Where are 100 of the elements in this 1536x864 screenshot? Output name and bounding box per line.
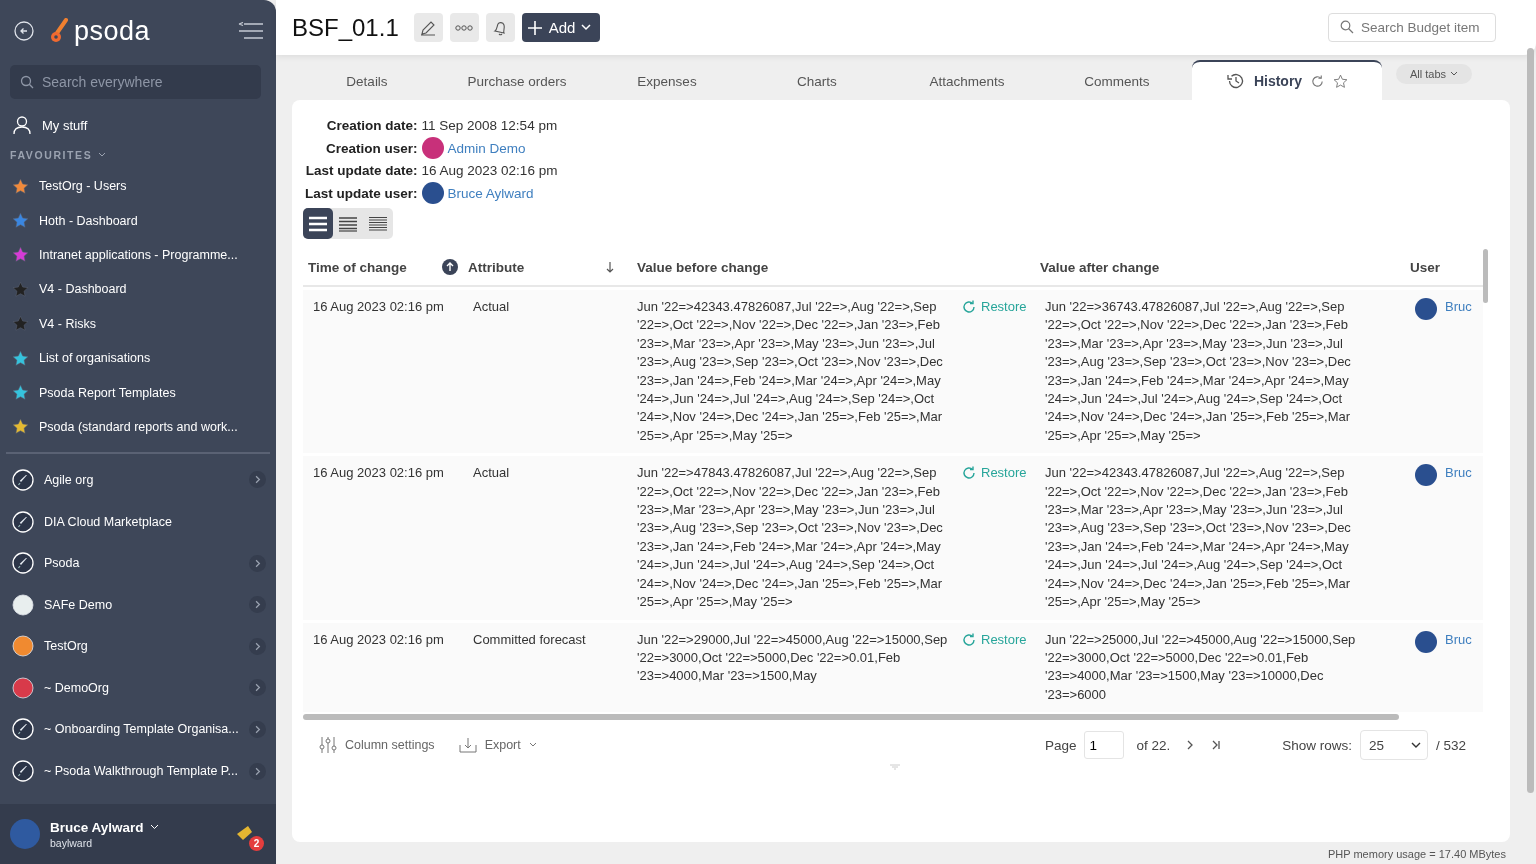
add-button[interactable]: Add xyxy=(521,13,601,42)
last-page-icon[interactable] xyxy=(1210,739,1223,752)
favourites-heading[interactable]: FAVOURITES xyxy=(10,149,93,161)
favourite-item[interactable]: V4 - Risks xyxy=(0,306,276,341)
export-button[interactable]: Export xyxy=(458,737,537,754)
show-rows-label: Show rows: xyxy=(1282,737,1352,753)
resize-grip-icon[interactable] xyxy=(888,764,901,771)
search-icon xyxy=(1340,20,1354,34)
table-cell-text: Actual xyxy=(472,298,511,316)
avatar xyxy=(1415,464,1437,487)
table-cell-text: Committed forecast xyxy=(472,630,587,649)
search-field[interactable]: Search Budget item xyxy=(1328,13,1496,42)
scrollbar[interactable] xyxy=(1527,48,1534,793)
density-button[interactable] xyxy=(303,208,333,239)
column-header[interactable]: Time of change xyxy=(303,259,463,275)
menu-icon[interactable] xyxy=(238,22,264,40)
favourite-item[interactable]: List of organisations xyxy=(0,340,276,376)
chevron-right-icon[interactable] xyxy=(249,596,266,614)
chevron-right-icon[interactable] xyxy=(249,721,266,738)
field-label: Last update date: xyxy=(305,163,418,178)
logo-icon xyxy=(50,18,68,44)
bell-button[interactable] xyxy=(485,13,515,42)
organisation-item[interactable]: TestOrg xyxy=(0,625,276,668)
rocket-icon xyxy=(12,760,34,783)
table-cell-text: Jun '22=>29000,Jul '22=>45000,Aug '22=>15000,Sep '22=>3000,Oct '22=>5000,Dec '22=>0.01,Feb '23=>4000,Mar '23=>1500,May xyxy=(636,630,949,686)
organisation-item[interactable]: ~ Psoda Walkthrough Template P... xyxy=(0,750,276,792)
organisation-item[interactable]: DIA Cloud Marketplace xyxy=(0,500,276,543)
organisation-item[interactable]: Agile org xyxy=(0,459,276,501)
tab[interactable]: Attachments xyxy=(892,62,1042,100)
column-settings-button[interactable]: Column settings xyxy=(319,736,435,755)
restore-icon xyxy=(961,465,977,482)
caret-icon xyxy=(1450,70,1459,77)
chevron-right-icon[interactable] xyxy=(249,637,266,655)
table-cell-text: Jun '22=>42343.47826087,Jul '22=>,Aug '22=>,Sep '22=>,Oct '22=>,Nov '22=>,Dec '22=>,Jan '23=>,Feb '23=>,Mar '23=>,Apr '23=>,May '23=>,Jun '23=>,Jul '23=>,Aug '23=>,Sep '23=>,Oct '23=>,Nov '23=>,Dec '23=>,Jan '24=>,Feb '24=>,Mar '24=>,Apr '24=>,May '24=>,Jun '24=>,Jul '24=>,Aug '24=>,Sep '24=>,Oct '24=>,Nov '24=>,Dec '24=>,Jan '25=>,Feb '25=>,Mar '25=>,Apr '25=>,May '25=> xyxy=(1044,464,1352,612)
logo-text: psoda xyxy=(74,15,151,47)
download-icon xyxy=(458,737,477,754)
column-header[interactable]: Attribute xyxy=(463,259,623,275)
user-link[interactable]: Bruc xyxy=(1445,464,1472,483)
table-cell-text: 16 Aug 2023 02:16 pm xyxy=(312,630,445,649)
user-panel[interactable]: Bruce Aylward baylward 2 xyxy=(0,804,276,864)
favourite-item[interactable]: Hoth - Dashboard xyxy=(0,203,276,238)
page-title: BSF_01.1 xyxy=(292,13,399,42)
avatar xyxy=(10,819,40,849)
all-tabs-button[interactable]: All tabs xyxy=(1396,63,1473,84)
chevron-right-icon[interactable] xyxy=(249,471,266,489)
favourite-item[interactable]: V4 - Dashboard xyxy=(0,272,276,307)
organisation-item[interactable]: ~ Onboarding Template Organisa... xyxy=(0,708,276,751)
chevron-right-icon[interactable] xyxy=(249,554,266,572)
my-stuff-link[interactable]: My stuff xyxy=(0,107,276,143)
plus-icon xyxy=(526,19,543,36)
column-header[interactable]: User xyxy=(1405,259,1483,275)
user-link[interactable]: Bruce Aylward xyxy=(447,185,534,201)
user-name: Bruce Aylward xyxy=(50,819,144,835)
restore-icon xyxy=(961,299,977,316)
rocket-icon xyxy=(12,510,34,533)
favourite-item[interactable]: Psoda (standard reports and work... xyxy=(0,409,276,445)
tab[interactable]: Purchase orders xyxy=(442,62,592,100)
caret-icon xyxy=(581,24,592,31)
chevron-right-icon[interactable] xyxy=(249,762,266,780)
avatar xyxy=(1415,298,1437,320)
user-icon xyxy=(12,115,32,135)
user-link[interactable]: Bruc xyxy=(1445,630,1472,649)
more-button[interactable] xyxy=(449,13,479,42)
refresh-icon[interactable] xyxy=(1310,73,1326,89)
memory-usage: PHP memory usage = 17.40 MBytes xyxy=(1326,847,1507,862)
organisation-item[interactable]: ~ DemoOrg xyxy=(0,667,276,709)
tab[interactable]: Comments xyxy=(1042,62,1192,100)
organisation-item[interactable]: Psoda xyxy=(0,542,276,584)
avatar xyxy=(1415,630,1437,653)
organisation-item[interactable]: SAFe Demo xyxy=(0,583,276,626)
search-field[interactable]: Search everywhere xyxy=(10,65,261,99)
back-icon[interactable] xyxy=(14,21,34,41)
table-cell-text: 16 Aug 2023 02:16 pm xyxy=(312,464,445,483)
page-label: Page xyxy=(1044,737,1077,753)
star-icon[interactable] xyxy=(1333,73,1349,89)
edit-button[interactable] xyxy=(413,13,443,42)
tab[interactable]: Details xyxy=(292,62,442,100)
user-link[interactable]: Admin Demo xyxy=(447,140,526,156)
favourite-item[interactable]: TestOrg - Users xyxy=(0,169,276,204)
caret-icon xyxy=(1410,741,1421,749)
scrollbar[interactable] xyxy=(1483,249,1488,303)
rows-per-page-dropdown[interactable]: 25 xyxy=(1359,730,1428,761)
tab[interactable]: Expenses xyxy=(592,62,742,100)
tab[interactable]: Charts xyxy=(742,62,892,100)
column-header[interactable]: Value before change xyxy=(623,259,1035,275)
sort-ascending-icon[interactable] xyxy=(442,259,458,275)
field-value: 11 Sep 2008 12:54 pm xyxy=(421,118,558,133)
tab[interactable]: History xyxy=(1192,60,1382,100)
scrollbar[interactable] xyxy=(303,714,1399,721)
chevron-right-icon[interactable] xyxy=(249,679,266,697)
page-field[interactable]: 1 xyxy=(1084,731,1125,760)
column-header[interactable]: Value after change xyxy=(1035,259,1405,275)
caret-icon xyxy=(528,742,537,749)
favourite-item[interactable]: Psoda Report Templates xyxy=(0,375,276,410)
user-login: baylward xyxy=(50,836,94,849)
notification-badge: 2 xyxy=(249,836,264,851)
lines-icon xyxy=(368,215,388,232)
user-link[interactable]: Bruc xyxy=(1445,298,1472,317)
lines-icon xyxy=(338,215,358,232)
favourite-item[interactable]: Intranet applications - Programme... xyxy=(0,237,276,273)
